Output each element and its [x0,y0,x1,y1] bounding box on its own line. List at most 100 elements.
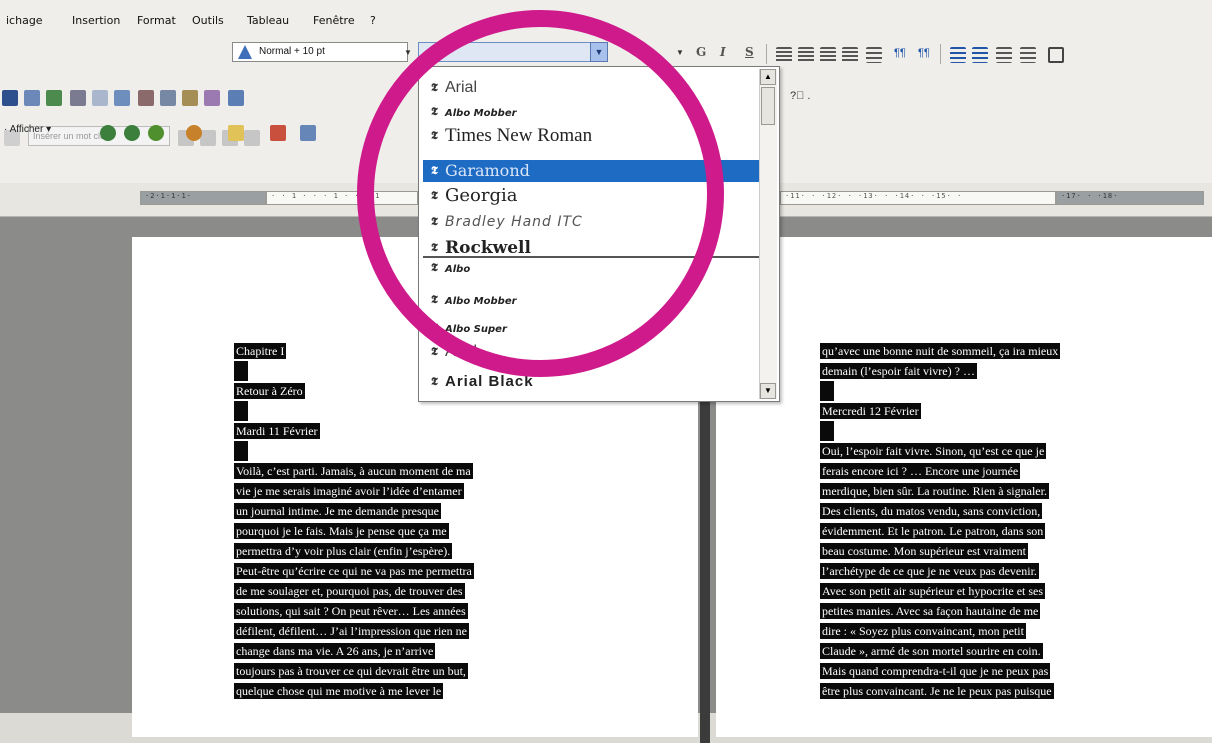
menu-help[interactable]: ? [370,14,376,27]
font-dropdown-button[interactable]: ▼ [590,42,608,62]
bold-button[interactable]: G [696,45,706,59]
scroll-up-icon[interactable]: ▲ [760,69,776,85]
paste-icon[interactable] [182,90,198,106]
align-right-icon[interactable] [820,47,836,63]
bullet-list-icon[interactable] [972,47,988,63]
reviewing-pane-icon[interactable] [300,125,316,141]
font-option[interactable]: 𝕿 Albo Mobber [423,289,761,311]
align-center-icon[interactable] [798,47,814,63]
font-combo[interactable]: ▼ [418,42,608,62]
spelling-icon[interactable] [114,90,130,106]
font-option[interactable]: 𝕿 Arial [423,341,761,363]
text-line[interactable]: l’archétype de ce que je ne veux pas dev… [820,561,1060,581]
menu-insertion[interactable]: Insertion [72,14,120,27]
undo-icon[interactable] [228,90,244,106]
text-line[interactable]: vie je me serais imaginé avoir l’idée d’… [234,481,474,501]
font-option[interactable]: 𝕿 Arial Black [423,371,761,393]
menu-outils[interactable]: Outils [192,14,224,27]
text-line[interactable]: Voilà, c’est parti. Jamais, à aucun mome… [234,461,474,481]
rtl-icon[interactable]: ¶¶ [918,47,930,59]
permission-icon[interactable] [24,90,40,106]
dropdown-scrollbar[interactable]: ▲ ▼ [759,69,777,399]
borders-icon[interactable] [1048,47,1064,63]
text-line[interactable]: merdique, bien sûr. La routine. Rien à s… [820,481,1060,501]
increase-indent-icon[interactable] [1020,47,1036,63]
text-line[interactable] [234,441,474,461]
prev-change-icon[interactable] [100,125,116,141]
text-line[interactable]: toujours pas à trouver ce qui devrait êt… [234,661,474,681]
cut-icon[interactable] [138,90,154,106]
text-line[interactable]: ferais encore ici ? … Encore une journée [820,461,1060,481]
text-line[interactable]: un journal intime. Je me demande presque [234,501,474,521]
align-left-icon[interactable] [776,47,792,63]
font-option[interactable]: 𝕿 Albo Mobber [423,101,761,123]
highlight-icon[interactable] [270,125,286,141]
ltr-icon[interactable]: ¶¶ [894,47,906,59]
reject-change-icon[interactable] [186,125,202,141]
font-option[interactable]: 𝕿 Arial [423,77,761,99]
text-line[interactable]: Avec son petit air supérieur et hypocrit… [820,581,1060,601]
afficher-menu[interactable]: · Afficher ▾ [4,124,51,135]
italic-button[interactable]: I [720,45,726,59]
text-line[interactable] [234,401,474,421]
text-line[interactable]: Des clients, du matos vendu, sans convic… [820,501,1060,521]
justify-icon[interactable] [842,47,858,63]
menu-fenetre[interactable]: Fenêtre [313,14,355,27]
text-line[interactable] [820,421,1060,441]
font-option-label: Albo [445,264,471,275]
menu-tableau[interactable]: Tableau [247,14,289,27]
text-line[interactable]: de me soulager et, pourquoi pas, de trou… [234,581,474,601]
menu-affichage[interactable]: ichage [6,14,43,27]
text-line[interactable]: change dans ma vie. A 26 ans, je n’arriv… [234,641,474,661]
text-line[interactable]: être plus convaincant. Je ne le peux pas… [820,681,1060,701]
font-option[interactable]: 𝕿 Bradley Hand ITC [423,211,761,233]
text-line[interactable]: Mercredi 12 Février [820,401,1060,421]
text-line[interactable]: Mais quand comprendra-t-il que je ne peu… [820,661,1060,681]
save-icon[interactable] [2,90,18,106]
print-preview-icon[interactable] [92,90,108,106]
font-option[interactable]: 𝕿 Garamond [423,160,761,182]
style-dropdown-icon[interactable]: ▼ [404,48,412,57]
text-line[interactable]: Claude », armé de son mortel sourire en … [820,641,1060,661]
font-dropdown-list[interactable]: 𝕿 Arial 𝕿 Albo Mobber 𝕿 Times New Roman 𝕿 Garam… [418,66,780,402]
text-line[interactable]: défilent, défilent… J’ai l’impression qu… [234,621,474,641]
copy-icon[interactable] [160,90,176,106]
style-combo[interactable]: Normal + 10 pt [232,42,408,62]
help-question-icon[interactable]: ?⃞ . [790,90,810,102]
font-option[interactable]: 𝕿 Albo [423,257,761,279]
text-line[interactable]: demain (l’espoir fait vivre) ? … [820,361,1060,381]
email-icon[interactable] [46,90,62,106]
text-line[interactable]: permettra d’y voir plus clair (enfin j’e… [234,541,474,561]
next-change-icon[interactable] [124,125,140,141]
print-icon[interactable] [70,90,86,106]
comment-icon[interactable] [228,125,244,141]
text-line[interactable]: pourquoi je le fais. Mais je pense que ç… [234,521,474,541]
scroll-thumb[interactable] [761,87,775,125]
line-spacing-icon[interactable] [866,47,882,63]
text-line[interactable]: quelque chose qui me motive à me lever l… [234,681,474,701]
right-page-text[interactable]: qu’avec une bonne nuit de sommeil, ça ir… [820,341,1061,701]
page-right[interactable]: qu’avec une bonne nuit de sommeil, ça ir… [716,237,1212,737]
size-dropdown-icon[interactable]: ▼ [676,48,684,57]
menu-format[interactable]: Format [137,14,176,27]
text-line[interactable]: évidemment. Et le patron. Le patron, dan… [820,521,1060,541]
text-line[interactable]: Mardi 11 Février [234,421,474,441]
decrease-indent-icon[interactable] [996,47,1012,63]
text-line[interactable] [820,381,1060,401]
font-option[interactable]: 𝕿 Albo Super [423,317,761,339]
underline-button[interactable]: S [745,45,754,59]
format-painter-icon[interactable] [204,90,220,106]
text-line[interactable]: Oui, l’espoir fait vivre. Sinon, qu’est … [820,441,1060,461]
text-line[interactable]: qu’avec une bonne nuit de sommeil, ça ir… [820,341,1061,361]
text-line[interactable]: petites manies. Avec sa façon hautaine d… [820,601,1060,621]
text-line[interactable]: beau costume. Mon supérieur est vraiment [820,541,1060,561]
font-option[interactable]: 𝕿 Times New Roman [423,125,761,147]
text-line[interactable]: dire : « Soyez plus convaincant, mon pet… [820,621,1060,641]
font-option[interactable]: 𝕿 Georgia [423,185,761,207]
accept-change-icon[interactable] [148,125,164,141]
truetype-font-icon: 𝕿 [431,189,438,202]
text-line[interactable]: Peut-être qu’écrire ce qui ne va pas me … [234,561,474,581]
numbered-list-icon[interactable] [950,47,966,63]
text-line[interactable]: solutions, qui sait ? On peut rêver… Les… [234,601,474,621]
scroll-down-icon[interactable]: ▼ [760,383,776,399]
